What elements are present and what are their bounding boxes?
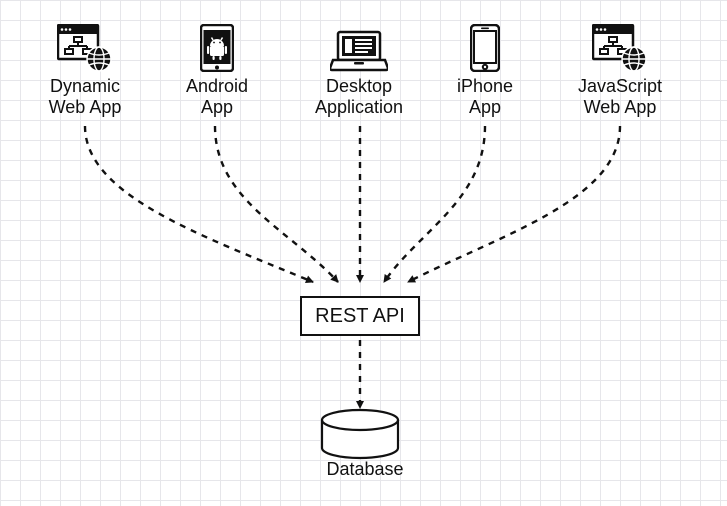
browser-globe-icon bbox=[560, 22, 680, 72]
client-label: Web App bbox=[30, 97, 140, 118]
client-label: JavaScript bbox=[560, 76, 680, 97]
client-label: Application bbox=[300, 97, 418, 118]
rest-api-label: REST API bbox=[315, 305, 405, 328]
laptop-icon bbox=[300, 22, 418, 72]
connector-dynamic bbox=[85, 126, 313, 282]
connector-javascript bbox=[408, 126, 620, 282]
client-javascript-web-app: JavaScript Web App bbox=[560, 22, 680, 117]
connector-iphone bbox=[384, 126, 485, 282]
rest-api-node: REST API bbox=[300, 296, 420, 336]
connector-android bbox=[215, 126, 338, 282]
iphone-icon bbox=[445, 22, 525, 72]
diagram-canvas: Dynamic Web App Android App bbox=[0, 0, 727, 506]
client-label: Web App bbox=[560, 97, 680, 118]
database-label: Database bbox=[320, 459, 410, 480]
client-label: Dynamic bbox=[30, 76, 140, 97]
client-dynamic-web-app: Dynamic Web App bbox=[30, 22, 140, 117]
client-android-app: Android App bbox=[172, 22, 262, 117]
client-desktop-app: Desktop Application bbox=[300, 22, 418, 117]
client-label: App bbox=[445, 97, 525, 118]
client-label: Desktop bbox=[300, 76, 418, 97]
database-cylinder-icon bbox=[322, 410, 398, 458]
browser-globe-icon bbox=[30, 22, 140, 72]
android-phone-icon bbox=[172, 22, 262, 72]
client-label: Android bbox=[172, 76, 262, 97]
client-label: iPhone bbox=[445, 76, 525, 97]
client-label: App bbox=[172, 97, 262, 118]
client-iphone-app: iPhone App bbox=[445, 22, 525, 117]
